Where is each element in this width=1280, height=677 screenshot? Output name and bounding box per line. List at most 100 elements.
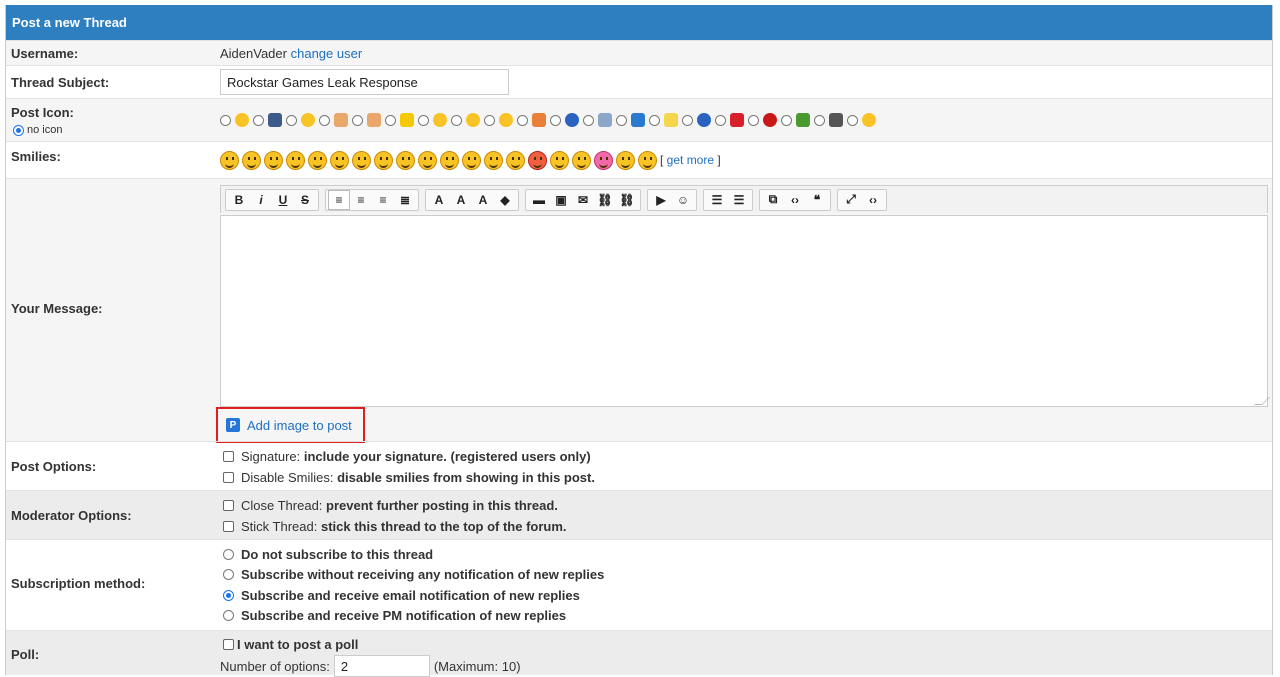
post-icon-radio[interactable]	[385, 114, 396, 126]
post-icon-option[interactable]	[616, 113, 645, 127]
post-icon-option[interactable]	[649, 113, 678, 127]
post-icon-radio[interactable]	[616, 114, 627, 126]
post-icon-radio[interactable]	[781, 114, 792, 126]
message-textarea[interactable]	[220, 215, 1270, 407]
post-icon-radio[interactable]	[715, 114, 726, 126]
bullet-list-button[interactable]: ☰	[706, 190, 728, 210]
smiley-icon[interactable]	[352, 151, 371, 170]
post-icon-option[interactable]	[418, 113, 447, 127]
post-icon-radio[interactable]	[286, 114, 297, 126]
smiley-icon[interactable]	[242, 151, 261, 170]
view-source-button[interactable]: ‹›	[862, 190, 884, 210]
post-icon-option[interactable]	[748, 113, 777, 127]
smiley-icon[interactable]	[462, 151, 481, 170]
post-icon-option[interactable]	[220, 113, 249, 127]
smiley-icon[interactable]	[264, 151, 283, 170]
subscription-radio[interactable]	[223, 569, 234, 581]
post-icon-option[interactable]	[583, 113, 612, 127]
number-of-options-input[interactable]	[333, 655, 430, 677]
post-icon-option[interactable]	[352, 113, 381, 127]
i-button[interactable]: i	[250, 190, 272, 210]
post-icon-option[interactable]	[385, 113, 414, 127]
unlink-button[interactable]: ⛓	[616, 190, 638, 210]
post-icon-option[interactable]	[814, 113, 843, 127]
maximize-button[interactable]: ⤢	[840, 190, 862, 210]
post-icon-radio[interactable]	[583, 114, 594, 126]
change-user-link[interactable]: change user	[291, 46, 363, 61]
smiley-icon[interactable]	[286, 151, 305, 170]
post-icon-radio[interactable]	[847, 114, 858, 126]
smiley-icon[interactable]	[572, 151, 591, 170]
justify-button[interactable]: ≣	[394, 190, 416, 210]
post-icon-radio[interactable]	[319, 114, 330, 126]
image-button[interactable]: ▣	[550, 190, 572, 210]
post-icon-radio[interactable]	[682, 114, 693, 126]
smiley-icon[interactable]	[484, 151, 503, 170]
subscription-radio[interactable]	[223, 610, 234, 622]
source-button[interactable]: ‹›	[784, 190, 806, 210]
align-left-button[interactable]: ≡	[328, 189, 350, 210]
post-icon-option[interactable]	[319, 113, 348, 127]
u-button[interactable]: U	[272, 190, 294, 210]
smiley-icon[interactable]	[308, 151, 327, 170]
hr-button[interactable]: ▬	[528, 190, 550, 210]
post-option-checkbox[interactable]	[223, 472, 234, 483]
post-icon-radio[interactable]	[550, 114, 561, 126]
post-icon-radio[interactable]	[220, 114, 231, 126]
smiley-icon[interactable]	[506, 151, 525, 170]
s-button[interactable]: S	[294, 190, 316, 210]
post-option-checkbox[interactable]	[223, 451, 234, 462]
post-poll-checkbox[interactable]	[223, 638, 234, 650]
smiley-icon[interactable]	[528, 151, 547, 170]
ordered-list-button[interactable]: ☰	[728, 190, 750, 210]
align-center-button[interactable]: ≡	[350, 190, 372, 210]
subscription-radio[interactable]	[223, 589, 234, 601]
smiley-icon[interactable]	[594, 151, 613, 170]
youtube-button[interactable]: ▶	[650, 190, 672, 210]
post-icon-radio[interactable]	[748, 114, 759, 126]
font-button[interactable]: A	[428, 190, 450, 210]
smiley-icon[interactable]	[616, 151, 635, 170]
post-icon-option[interactable]	[451, 113, 480, 127]
a-button[interactable]: A	[472, 190, 494, 210]
smiley-icon[interactable]	[418, 151, 437, 170]
smiley-icon[interactable]	[220, 151, 239, 170]
post-icon-radio[interactable]	[418, 114, 429, 126]
get-more-smilies-link[interactable]: get more	[667, 153, 714, 167]
post-icon-option[interactable]	[781, 113, 810, 127]
post-icon-radio[interactable]	[253, 114, 264, 126]
quote-button[interactable]: ❝	[806, 190, 828, 210]
post-icon-radio[interactable]	[352, 114, 363, 126]
post-icon-option[interactable]	[715, 113, 744, 127]
code-button[interactable]: ⧉	[762, 190, 784, 210]
post-icon-option[interactable]	[550, 113, 579, 127]
add-image-to-post-button[interactable]: P Add image to post	[216, 407, 365, 443]
post-icon-option[interactable]	[286, 113, 315, 127]
post-icon-radio[interactable]	[451, 114, 462, 126]
link-button[interactable]: ⛓	[594, 190, 616, 210]
post-icon-radio[interactable]	[814, 114, 825, 126]
no-icon-radio[interactable]	[13, 124, 24, 136]
post-icon-radio[interactable]	[484, 114, 495, 126]
size-button[interactable]: A	[450, 190, 472, 210]
smiley-icon[interactable]	[374, 151, 393, 170]
subscription-radio[interactable]	[223, 548, 234, 560]
eraser-button[interactable]: ◆	[494, 190, 516, 210]
post-icon-radio[interactable]	[649, 114, 660, 126]
b-button[interactable]: B	[228, 190, 250, 210]
moderator-option-checkbox[interactable]	[223, 500, 234, 511]
post-icon-option[interactable]	[253, 113, 282, 127]
emoticon-button[interactable]: ☺	[672, 190, 694, 210]
email-button[interactable]: ✉	[572, 190, 594, 210]
post-icon-option[interactable]	[517, 113, 546, 127]
smiley-icon[interactable]	[330, 151, 349, 170]
post-icon-radio[interactable]	[517, 114, 528, 126]
post-icon-option[interactable]	[484, 113, 513, 127]
post-icon-option[interactable]	[847, 113, 876, 127]
smiley-icon[interactable]	[638, 151, 657, 170]
align-right-button[interactable]: ≡	[372, 190, 394, 210]
resize-grip[interactable]	[1254, 397, 1270, 405]
smiley-icon[interactable]	[396, 151, 415, 170]
thread-subject-input[interactable]	[220, 69, 509, 95]
smiley-icon[interactable]	[440, 151, 459, 170]
